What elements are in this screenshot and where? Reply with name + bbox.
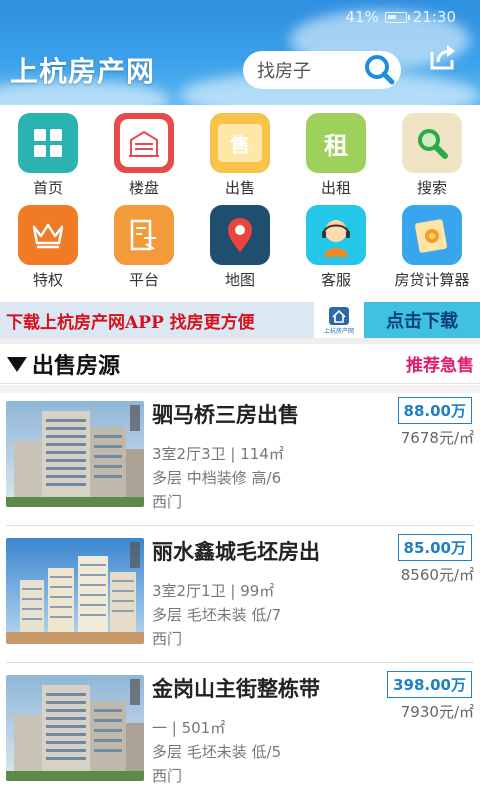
listing-photo (6, 538, 144, 644)
battery-percent: 41% (345, 8, 379, 26)
sale-glyph: 售 (218, 124, 262, 162)
status-bar: 41% 21:30 (345, 8, 456, 26)
nav-label: 楼盘 (128, 179, 159, 197)
search-icon[interactable] (361, 52, 397, 88)
house-logo-icon (329, 306, 349, 325)
banner-text: 下载上杭房产网APP 找房更方便 (6, 312, 255, 333)
listing-details: 多层 毛坯未装 低/7 (152, 606, 282, 624)
for-sale-folder-icon: 售 (210, 113, 270, 173)
nav-projects[interactable]: 楼盘 (96, 105, 192, 200)
app-header: 41% 21:30 上杭房产网 找房子 (0, 0, 480, 105)
grid-icon (18, 113, 78, 173)
listing-layout: 3室2厅3卫 | 114㎡ (152, 445, 284, 463)
battery-icon (384, 11, 410, 23)
map-pin-icon (210, 205, 270, 265)
listing-area: 西门 (152, 630, 183, 648)
separator (0, 385, 480, 393)
listing-layout: 一 | 501㎡ (152, 719, 226, 737)
listing-item[interactable]: 金岗山主街整栋带 一 | 501㎡ 多层 毛坯未装 低/5 西门 398.00万… (0, 667, 480, 797)
crown-icon (18, 205, 78, 265)
listing-price: 88.00万 (397, 397, 472, 424)
listing-item[interactable]: 丽水鑫城毛坯房出 3室2厅1卫 | 99㎡ 多层 毛坯未装 低/7 西门 85.… (0, 530, 480, 660)
nav-home[interactable]: 首页 (0, 105, 96, 200)
listing-unit-price: 8560元/㎡ (400, 566, 474, 584)
nav-map[interactable]: 地图 (192, 197, 288, 292)
nav-label: 特权 (32, 271, 63, 289)
share-icon[interactable] (428, 42, 458, 72)
app-title: 上杭房产网 (10, 55, 156, 88)
for-rent-icon: 租 (306, 113, 366, 173)
listing-unit-price: 7930元/㎡ (400, 703, 474, 721)
calculator-icon (402, 205, 462, 265)
nav-label: 首页 (32, 179, 63, 197)
nav-platform[interactable]: 平台 (96, 197, 192, 292)
nav-privilege[interactable]: 特权 (0, 197, 96, 292)
divider (6, 662, 474, 663)
nav-for-sale[interactable]: 售 出售 (192, 105, 288, 200)
listing-title: 驷马桥三房出售 (152, 403, 299, 427)
nav-label: 出租 (320, 179, 351, 197)
clock: 21:30 (412, 8, 456, 26)
section-header: 出售房源 推荐急售 (0, 344, 480, 384)
listing-photo (6, 675, 144, 781)
download-button[interactable]: 点击下载 (364, 302, 480, 338)
nav-mortgage-calculator[interactable]: 房贷计算器 (384, 197, 480, 292)
app-logo: 上杭房产网 (314, 302, 364, 338)
search-input[interactable]: 找房子 (257, 57, 361, 83)
urgent-sale-link[interactable]: 推荐急售 (406, 351, 474, 376)
listing-price: 85.00万 (397, 534, 472, 561)
listing-photo (6, 401, 144, 507)
listing-title: 金岗山主街整栋带 (152, 677, 320, 701)
listing-item[interactable]: 驷马桥三房出售 3室2厅3卫 | 114㎡ 多层 中档装修 高/6 西门 88.… (0, 393, 480, 523)
nav-for-rent[interactable]: 租 出租 (288, 105, 384, 200)
search-icon (402, 113, 462, 173)
nav-search[interactable]: 搜索 (384, 105, 480, 200)
customer-service-icon (306, 205, 366, 265)
logo-caption: 上杭房产网 (323, 327, 354, 335)
feature-grid: 首页 楼盘 售 出售 租 出租 搜索 特权 平台 地图 客服 房贷计算器 (0, 105, 480, 295)
listing-title: 丽水鑫城毛坯房出 (152, 540, 320, 564)
nav-label: 平台 (128, 271, 159, 289)
document-icon (114, 205, 174, 265)
nav-label: 出售 (224, 179, 255, 197)
app-download-banner[interactable]: 下载上杭房产网APP 找房更方便 上杭房产网 点击下载 (0, 302, 480, 338)
listing-details: 多层 中档装修 高/6 (152, 469, 282, 487)
listing-details: 多层 毛坯未装 低/5 (152, 743, 282, 761)
divider (6, 525, 474, 526)
nav-label: 房贷计算器 (394, 271, 470, 289)
building-icon (114, 113, 174, 173)
listing-unit-price: 7678元/㎡ (400, 429, 474, 447)
section-title: 出售房源 (32, 353, 121, 379)
nav-label: 地图 (224, 271, 255, 289)
search-box[interactable]: 找房子 (243, 51, 401, 89)
nav-customer-service[interactable]: 客服 (288, 197, 384, 292)
listing-area: 西门 (152, 767, 183, 785)
triangle-down-icon (7, 356, 27, 372)
listing-price: 398.00万 (387, 671, 472, 698)
listing-area: 西门 (152, 493, 183, 511)
nav-label: 搜索 (416, 179, 447, 197)
nav-label: 客服 (320, 271, 351, 289)
rent-glyph: 租 (324, 131, 348, 160)
listing-layout: 3室2厅1卫 | 99㎡ (152, 582, 275, 600)
